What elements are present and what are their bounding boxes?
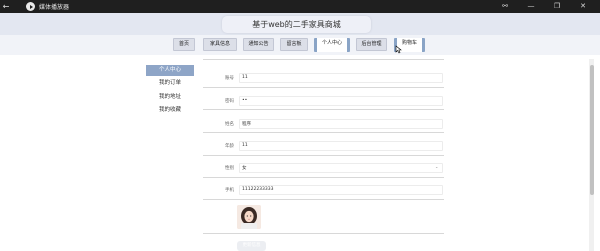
nav-messages[interactable]: 留言板: [280, 38, 308, 51]
sidebar-item-addresses[interactable]: 我的地址: [146, 92, 194, 103]
maximize-icon[interactable]: ❐: [544, 0, 570, 13]
form-divider: [203, 233, 444, 234]
account-input[interactable]: [239, 73, 443, 83]
update-profile-button[interactable]: 更新信息: [237, 241, 266, 251]
app-logo-icon: [26, 2, 35, 11]
name-value: 程序: [242, 122, 251, 127]
form-divider: [203, 155, 444, 156]
password-label: 密码: [225, 99, 234, 104]
form-divider: [203, 87, 444, 88]
age-value: 11: [242, 143, 248, 148]
pin-icon[interactable]: ⚯: [492, 0, 518, 13]
password-input[interactable]: [239, 96, 443, 106]
nav-home[interactable]: 首页: [173, 38, 195, 51]
password-value: ••: [242, 98, 248, 103]
window-title: 媒体播放器: [39, 4, 70, 11]
avatar[interactable]: [237, 205, 261, 229]
chevron-down-icon[interactable]: ⌄: [435, 164, 438, 169]
phone-label: 手机: [225, 188, 234, 193]
phone-value: 11122233333: [242, 187, 274, 192]
gender-label: 性别: [225, 166, 234, 171]
account-label: 账号: [225, 76, 234, 81]
window-controls: ⚯ — ❐ ✕: [492, 0, 596, 13]
scrollbar-thumb[interactable]: [590, 65, 594, 195]
form-divider: [203, 132, 444, 133]
site-title: 基于web的二手家具商城: [222, 16, 371, 33]
nav-personal-center[interactable]: 个人中心: [314, 38, 350, 52]
name-label: 姓名: [225, 122, 234, 127]
nav-admin[interactable]: 后台管理: [356, 38, 387, 51]
account-value: 11: [242, 75, 248, 80]
name-input[interactable]: [239, 119, 443, 129]
age-input[interactable]: [239, 141, 443, 151]
sidebar-item-personal-center[interactable]: 个人中心: [146, 65, 194, 76]
form-divider: [203, 59, 444, 60]
gender-select[interactable]: [239, 163, 443, 173]
age-label: 年龄: [225, 144, 234, 149]
avatar-portrait-image: [237, 205, 261, 229]
nav-furniture[interactable]: 家具信息: [203, 38, 237, 51]
form-divider: [203, 109, 444, 110]
form-divider: [203, 177, 444, 178]
sidebar-item-orders[interactable]: 我的订单: [146, 78, 194, 89]
gender-value: 女: [242, 166, 247, 171]
nav-notices[interactable]: 通知公告: [243, 38, 274, 51]
minimize-icon[interactable]: —: [518, 0, 544, 13]
close-icon[interactable]: ✕: [570, 0, 596, 13]
form-divider: [203, 199, 444, 200]
mouse-cursor-icon: [395, 45, 402, 54]
window-titlebar: ← 媒体播放器 ⚯ — ❐ ✕: [0, 0, 600, 13]
back-arrow-icon[interactable]: ←: [0, 0, 12, 13]
sidebar-item-favorites[interactable]: 我的收藏: [146, 105, 194, 116]
